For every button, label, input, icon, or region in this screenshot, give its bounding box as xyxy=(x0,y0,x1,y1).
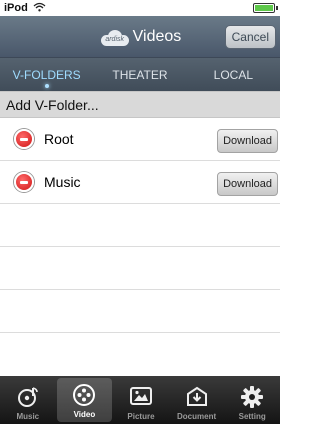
empty-row xyxy=(0,247,280,290)
nav-bar: ardisk Videos Cancel xyxy=(0,16,280,58)
document-icon xyxy=(185,385,209,409)
gear-icon xyxy=(240,385,264,409)
folder-row-root[interactable]: Root Download xyxy=(0,118,280,161)
tab-local[interactable]: LOCAL xyxy=(187,58,280,91)
carrier-label: iPod xyxy=(4,2,28,14)
picture-icon xyxy=(129,385,153,409)
tabbar-item-video[interactable]: Video xyxy=(56,378,113,422)
delete-icon[interactable] xyxy=(14,129,34,149)
tabbar-label: Music xyxy=(16,412,40,421)
bottom-tab-bar: Music Video Picture Document Setting xyxy=(0,376,280,424)
folder-list: Root Download Music Download xyxy=(0,118,280,376)
status-bar: iPod xyxy=(0,0,280,16)
tabbar-label: Video xyxy=(73,410,96,419)
download-button[interactable]: Download xyxy=(217,172,278,196)
cloud-logo-icon: ardisk xyxy=(99,29,131,46)
logo-text: ardisk xyxy=(105,35,125,43)
folder-row-music[interactable]: Music Download xyxy=(0,161,280,204)
battery-icon xyxy=(253,3,278,13)
tabbar-item-picture[interactable]: Picture xyxy=(113,376,169,424)
folder-name: Root xyxy=(44,131,74,147)
tab-theater[interactable]: THEATER xyxy=(93,58,186,91)
empty-row xyxy=(0,290,280,333)
add-v-folder-row[interactable]: Add V-Folder... xyxy=(0,91,280,118)
delete-icon[interactable] xyxy=(14,172,34,192)
tabbar-label: Picture xyxy=(127,412,155,421)
download-button[interactable]: Download xyxy=(217,129,278,153)
wifi-icon xyxy=(33,2,46,15)
tabbar-label: Document xyxy=(177,412,217,421)
music-icon xyxy=(16,385,40,409)
page-title: Videos xyxy=(132,28,182,45)
cancel-button[interactable]: Cancel xyxy=(224,25,276,49)
tab-v-folders[interactable]: V-FOLDERS xyxy=(0,58,93,91)
segment-tabs: V-FOLDERS THEATER LOCAL xyxy=(0,58,280,91)
folder-name: Music xyxy=(44,174,81,190)
tabbar-label: Setting xyxy=(238,412,266,421)
film-reel-icon xyxy=(72,383,96,407)
empty-row xyxy=(0,333,280,376)
tabbar-item-setting[interactable]: Setting xyxy=(224,376,280,424)
empty-row xyxy=(0,204,280,247)
tabbar-item-document[interactable]: Document xyxy=(169,376,225,424)
tabbar-item-music[interactable]: Music xyxy=(0,376,56,424)
battery-fill xyxy=(255,5,273,11)
